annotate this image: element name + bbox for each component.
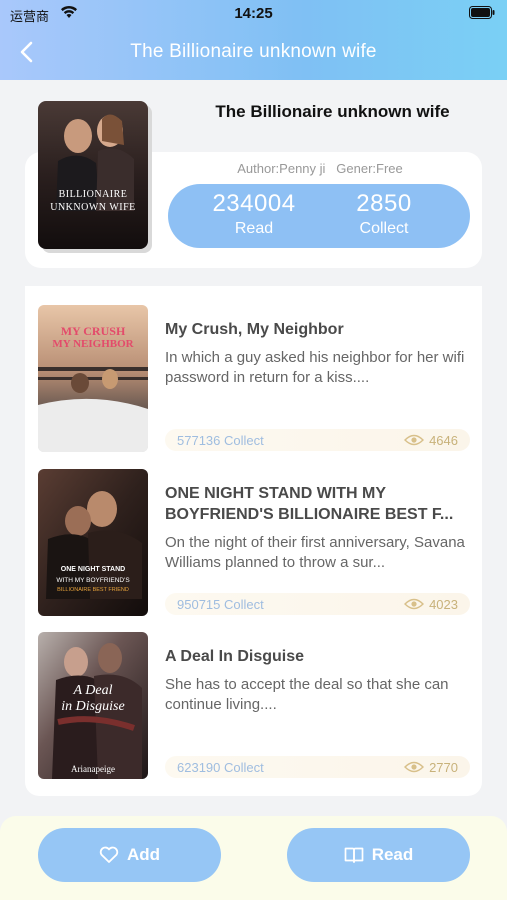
eye-icon (404, 434, 424, 446)
eye-icon (404, 761, 424, 773)
header: 运营商 14:25 The Billionaire unknown wife (0, 0, 507, 80)
list-item[interactable]: ONE NIGHT STAND WITH MY BOYFRIEND'S BILL… (38, 469, 470, 617)
collect-count: 950715 Collect (177, 597, 264, 612)
clock: 14:25 (234, 5, 273, 22)
status-bar: 运营商 14:25 (0, 0, 507, 28)
collect-stat-label: Collect (359, 220, 409, 237)
read-button-label: Read (371, 845, 414, 864)
item-title: ONE NIGHT STAND WITH MY BOYFRIEND'S BILL… (165, 485, 454, 523)
item-title: A Deal In Disguise (165, 648, 304, 665)
collect-count: 2850 (356, 190, 412, 217)
item-stats: 623190 Collect 2770 (165, 756, 470, 778)
author-label: Author: (237, 161, 280, 176)
read-count: 234004 (212, 190, 296, 217)
svg-text:ONE NIGHT STAND: ONE NIGHT STAND (61, 566, 125, 573)
add-button-label: Add (126, 845, 161, 864)
nav-bar: The Billionaire unknown wife (0, 36, 507, 70)
heart-icon (99, 846, 119, 863)
item-cover: MY CRUSH MY NEIGHBOR (38, 305, 148, 452)
list-item[interactable]: MY CRUSH MY NEIGHBOR My Crush, My Neighb… (38, 305, 470, 453)
item-title: My Crush, My Neighbor (165, 321, 344, 338)
svg-text:UNKNOWN WIFE: UNKNOWN WIFE (50, 202, 136, 213)
svg-text:A Deal: A Deal (72, 683, 112, 698)
collect-count: 623190 Collect (177, 760, 264, 775)
book-cover-image: BILLIONAIRE UNKNOWN WIFE (38, 101, 148, 249)
item-stats: 577136 Collect 4646 (165, 429, 470, 451)
svg-text:MY CRUSH: MY CRUSH (61, 324, 126, 338)
item-description: In which a guy asked his neighbor for he… (165, 349, 465, 386)
author-name: Penny ji (279, 161, 326, 176)
collect-count: 577136 Collect (177, 433, 264, 448)
view-count: 4646 (429, 433, 458, 448)
list-item[interactable]: A Deal in Disguise Arianapeige A Deal In… (38, 632, 470, 780)
svg-text:Arianapeige: Arianapeige (71, 764, 115, 774)
stats-pill: 234004 Read 2850 Collect (168, 184, 470, 248)
eye-icon (404, 598, 424, 610)
book-title: The Billionaire unknown wife (215, 102, 450, 121)
item-description: On the night of their first anniversary,… (165, 534, 465, 571)
read-stat-label: Read (234, 220, 274, 237)
view-count: 2770 (429, 760, 458, 775)
svg-text:MY NEIGHBOR: MY NEIGHBOR (52, 338, 134, 350)
book-meta: Author:Penny ji Gener:Free (170, 161, 470, 176)
item-description: She has to accept the deal so that she c… (165, 676, 449, 713)
genre-label: Gener: (336, 161, 377, 176)
read-button[interactable]: Read (287, 828, 470, 882)
item-stats: 950715 Collect 4023 (165, 593, 470, 615)
item-cover: A Deal in Disguise Arianapeige (38, 632, 148, 779)
book-cover: BILLIONAIRE UNKNOWN WIFE (38, 101, 148, 249)
read-stat: 234004 Read (194, 190, 314, 238)
book-icon (344, 847, 364, 863)
battery-icon (469, 6, 495, 19)
collect-stat: 2850 Collect (324, 190, 444, 238)
svg-text:WITH MY BOYFRIEND'S: WITH MY BOYFRIEND'S (56, 577, 130, 584)
svg-text:in Disguise: in Disguise (61, 699, 124, 714)
bottom-action-bar: Add Read (0, 816, 507, 900)
item-cover: ONE NIGHT STAND WITH MY BOYFRIEND'S BILL… (38, 469, 148, 616)
genre-value: Free (376, 161, 403, 176)
svg-text:BILLIONAIRE BEST FRIEND: BILLIONAIRE BEST FRIEND (57, 587, 129, 593)
add-button[interactable]: Add (38, 828, 221, 882)
svg-text:BILLIONAIRE: BILLIONAIRE (59, 189, 128, 200)
view-count: 4023 (429, 597, 458, 612)
page-title: The Billionaire unknown wife (130, 41, 377, 62)
